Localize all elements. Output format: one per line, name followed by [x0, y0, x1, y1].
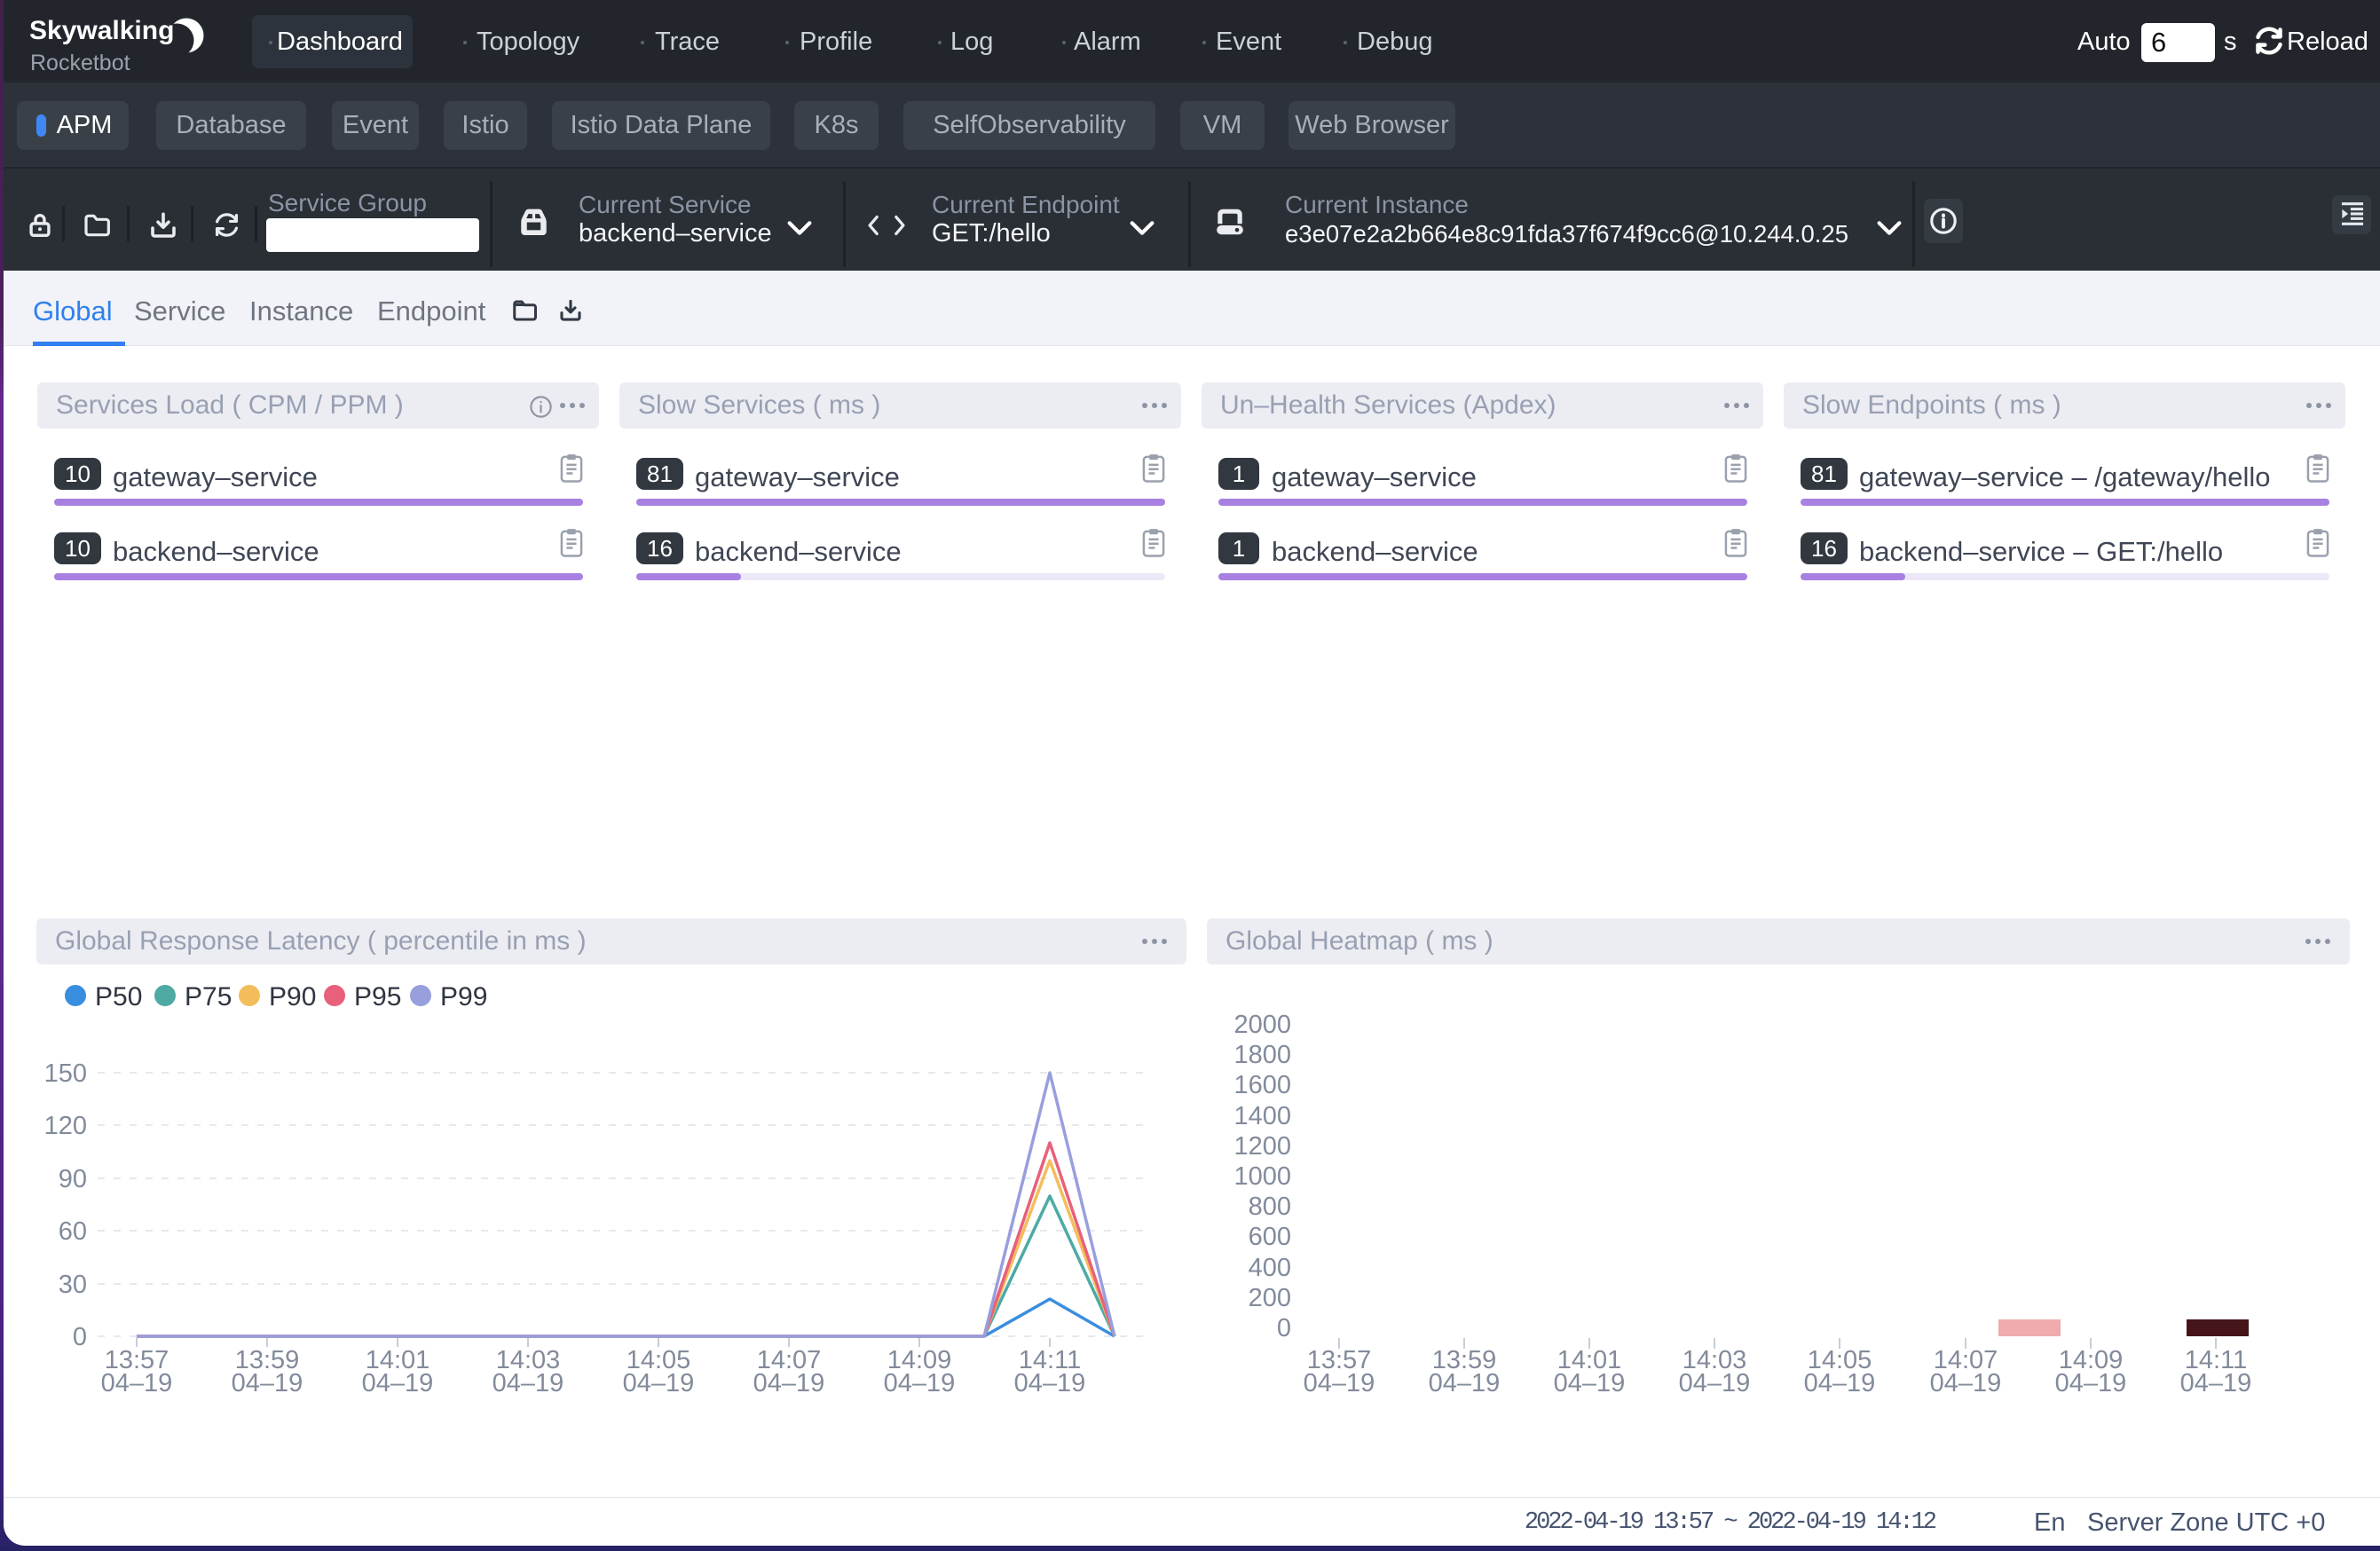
svg-text:1200: 1200	[1233, 1132, 1291, 1161]
svg-text:04–19: 04–19	[2180, 1369, 2252, 1397]
svg-text:04–19: 04–19	[2055, 1369, 2127, 1397]
svg-text:1000: 1000	[1233, 1162, 1291, 1191]
svg-text:04–19: 04–19	[1930, 1369, 2002, 1397]
svg-text:1600: 1600	[1233, 1071, 1291, 1099]
svg-text:P90: P90	[269, 982, 316, 1012]
svg-text:1800: 1800	[1233, 1041, 1291, 1069]
svg-text:04–19: 04–19	[623, 1369, 695, 1397]
svg-text:120: 120	[44, 1112, 87, 1140]
svg-text:0: 0	[73, 1323, 87, 1351]
svg-text:P95: P95	[354, 982, 401, 1012]
svg-text:1400: 1400	[1233, 1102, 1291, 1130]
svg-text:04–19: 04–19	[1014, 1369, 1086, 1397]
svg-text:P99: P99	[440, 982, 487, 1012]
svg-text:04–19: 04–19	[1429, 1369, 1501, 1397]
svg-text:04–19: 04–19	[1554, 1369, 1626, 1397]
svg-text:30: 30	[59, 1271, 87, 1299]
svg-text:04–19: 04–19	[1804, 1369, 1876, 1397]
svg-text:60: 60	[59, 1217, 87, 1246]
svg-text:04–19: 04–19	[101, 1369, 173, 1397]
svg-text:400: 400	[1249, 1254, 1291, 1282]
svg-text:04–19: 04–19	[232, 1369, 303, 1397]
svg-text:04–19: 04–19	[1304, 1369, 1375, 1397]
svg-text:150: 150	[44, 1059, 87, 1088]
svg-text:04–19: 04–19	[1679, 1369, 1751, 1397]
svg-text:P75: P75	[185, 982, 232, 1012]
svg-text:200: 200	[1249, 1284, 1291, 1312]
svg-text:04–19: 04–19	[493, 1369, 564, 1397]
svg-text:04–19: 04–19	[753, 1369, 825, 1397]
svg-text:600: 600	[1249, 1223, 1291, 1251]
svg-text:800: 800	[1249, 1193, 1291, 1221]
svg-text:2000: 2000	[1233, 1011, 1291, 1039]
svg-text:04–19: 04–19	[362, 1369, 434, 1397]
svg-text:P50: P50	[95, 982, 142, 1012]
svg-text:04–19: 04–19	[884, 1369, 956, 1397]
svg-text:90: 90	[59, 1165, 87, 1193]
svg-text:0: 0	[1277, 1314, 1291, 1342]
